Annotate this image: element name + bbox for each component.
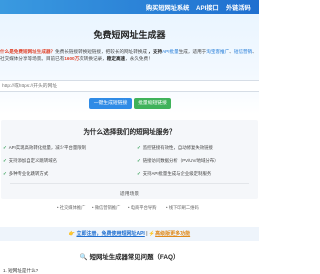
- feature-item: ✓ API实现高效转化批量，减少平台量限制: [3, 145, 87, 150]
- check-icon: ✓: [137, 158, 141, 163]
- nav-item-live-qrcode[interactable]: 外链活码: [226, 3, 251, 12]
- feature-item: ✓ 监控链接有效性，自动修复失效链接: [137, 145, 213, 150]
- section-divider: [10, 183, 249, 184]
- hand-icon: 👉: [68, 231, 76, 237]
- feature-item: ✓ 链接访问数据分析（PV/UV/地域分布）: [137, 158, 219, 163]
- check-icon: ✓: [3, 158, 7, 163]
- faq-question[interactable]: 1. 短网址是什么?: [3, 268, 38, 274]
- feature-item: ✓ 支持API批量生成与企业级定制服务: [137, 171, 212, 176]
- feature-item: ✓ 多种专业化跳转方式: [3, 171, 49, 176]
- scenario-item: • 线下印刷二维码: [166, 205, 199, 210]
- nav-item-buy-system[interactable]: 购买短网址系统: [146, 3, 189, 12]
- scenario-item: • 电商平台导购: [128, 205, 157, 210]
- why-title: 为什么选择我们的短网址服务？: [83, 129, 176, 136]
- long-url-input[interactable]: [0, 80, 259, 92]
- search-icon: 🔍: [79, 254, 88, 261]
- premium-link[interactable]: 高级版更多功能: [155, 231, 190, 237]
- check-icon: ✓: [3, 171, 7, 176]
- generate-short-link-button[interactable]: 一键生成短链接: [89, 98, 132, 109]
- check-icon: ✓: [137, 145, 141, 150]
- promo-strip: 👉 立即注册，免费使用短网址API | ⚡高级版更多功能: [0, 227, 259, 241]
- check-icon: ✓: [3, 145, 7, 150]
- scenarios-title: 适用场景: [119, 192, 140, 197]
- faq-title: 🔍 短网址生成器常见问题（FAQ）: [79, 254, 180, 261]
- intro-lead: 什么是免费短网址生成器？: [0, 49, 56, 54]
- register-api-link[interactable]: 立即注册，免费使用短网址API: [76, 231, 144, 237]
- intro-text: 什么是免费短网址生成器？免费长链接转换短链接，把较长的网址转换成 ，支持API批…: [0, 49, 257, 61]
- batch-shorten-button[interactable]: 批量缩短链接: [134, 98, 171, 109]
- check-icon: ✓: [137, 171, 141, 176]
- top-nav-bar: 购买短网址系统 API接口 外链活码: [0, 0, 259, 14]
- nav-item-api[interactable]: API接口: [196, 3, 219, 12]
- scenario-item: • 社交媒体推广: [57, 205, 86, 210]
- page-title: 免费短网址生成器: [93, 30, 166, 40]
- feature-item: ✓ 支持添加自定义跳转域名: [3, 158, 57, 163]
- scenario-item: • 微信营销推广: [92, 205, 121, 210]
